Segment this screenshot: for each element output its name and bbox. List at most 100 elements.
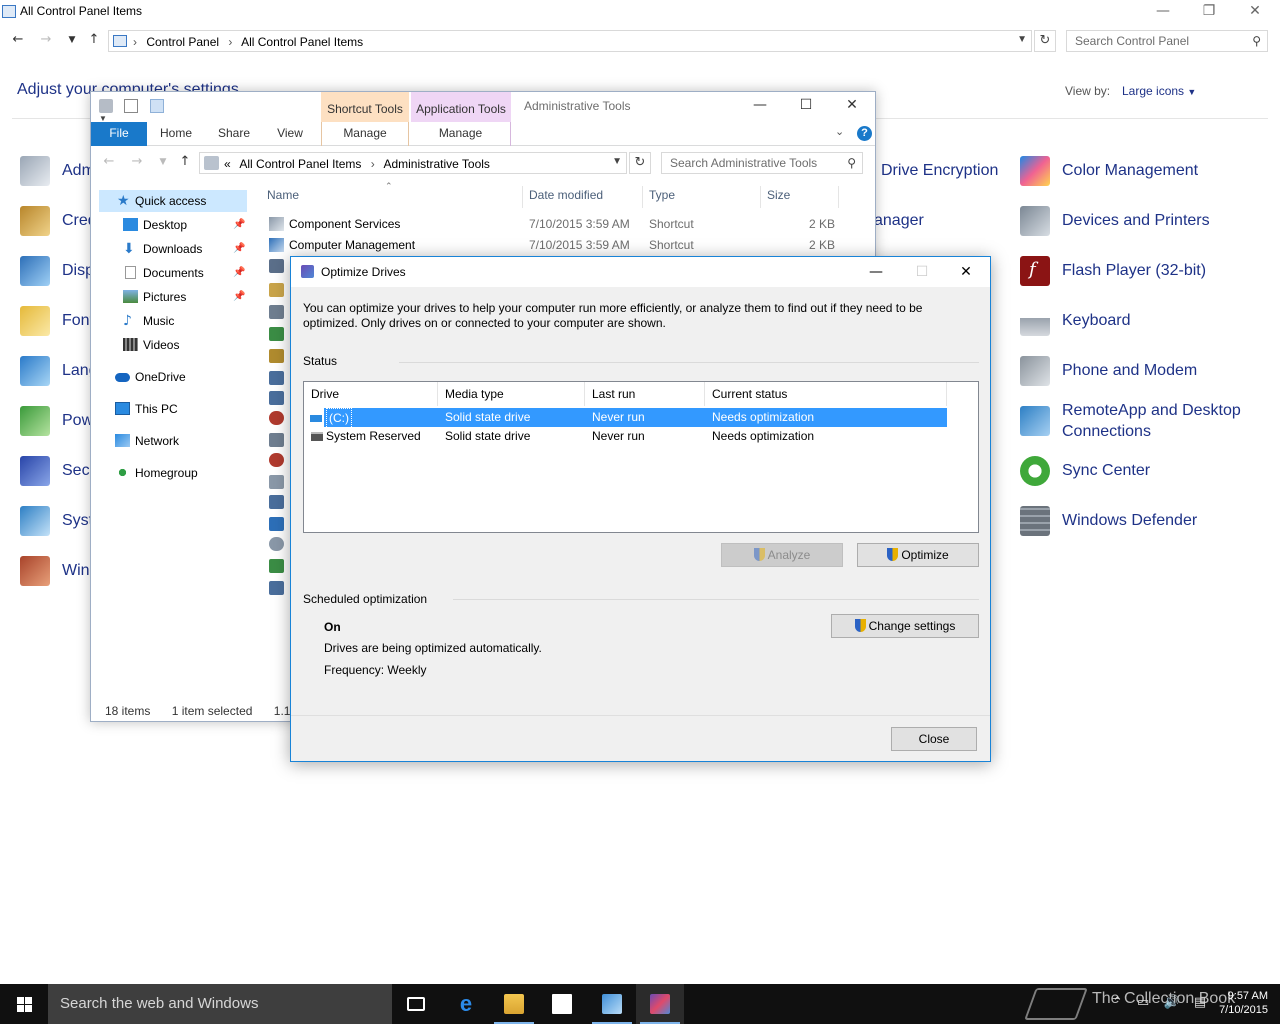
change-settings-button[interactable]: Change settings — [831, 614, 979, 638]
file-icon — [269, 327, 284, 341]
column-header-drive[interactable]: Drive — [304, 382, 438, 406]
forward-icon[interactable]: → — [127, 152, 147, 172]
maximize-icon[interactable]: ☐ — [783, 94, 829, 118]
clock-time: 9:57 AM — [1227, 990, 1268, 1002]
file-explorer-button[interactable] — [490, 984, 538, 1024]
checkmark-icon[interactable] — [124, 98, 139, 113]
pin-icon[interactable]: 📌 — [233, 238, 245, 260]
analyze-button[interactable]: Analyze — [721, 543, 843, 567]
edge-button[interactable]: e — [442, 984, 490, 1024]
help-icon[interactable]: ? — [857, 126, 872, 141]
new-folder-icon[interactable] — [149, 98, 164, 113]
pin-icon[interactable]: 📌 — [233, 214, 245, 236]
tree-item-downloads[interactable]: ⬇ Downloads 📌 — [123, 238, 247, 260]
breadcrumb-overflow[interactable]: « — [224, 157, 231, 171]
tree-item-desktop[interactable]: Desktop 📌 — [123, 214, 247, 236]
close-icon[interactable]: ✕ — [943, 259, 989, 285]
back-icon[interactable]: ← — [8, 30, 28, 50]
refresh-icon[interactable]: ↻ — [629, 152, 651, 174]
view-by-dropdown[interactable]: Large icons ▼ — [1122, 84, 1196, 98]
column-header-date[interactable]: Date modified — [523, 186, 643, 208]
minimize-icon[interactable]: — — [737, 94, 783, 118]
minimize-icon[interactable]: — — [853, 259, 899, 285]
properties-icon[interactable] — [99, 98, 113, 113]
address-bar[interactable]: › Control Panel › All Control Panel Item… — [108, 30, 1032, 52]
tree-item-quick-access[interactable]: ★ Quick access — [99, 190, 247, 212]
pin-icon[interactable]: 📌 — [233, 262, 245, 284]
breadcrumb-all-items[interactable]: All Control Panel Items — [239, 157, 361, 171]
recent-locations-icon[interactable]: ▼ — [62, 30, 82, 50]
show-hidden-icons-icon[interactable]: ⌃ — [1112, 995, 1123, 1010]
tree-item-onedrive[interactable]: OneDrive — [115, 366, 247, 388]
tab-view[interactable]: View — [267, 122, 313, 146]
file-icon — [269, 537, 284, 551]
book-watermark-icon — [1024, 988, 1088, 1020]
tree-item-videos[interactable]: Videos — [123, 334, 247, 356]
tab-shortcut-manage[interactable]: Manage — [321, 122, 409, 146]
column-header-current-status[interactable]: Current status — [705, 382, 947, 406]
breadcrumb-separator: › — [370, 157, 375, 171]
optimize-button[interactable]: Optimize — [857, 543, 979, 567]
shield-icon — [887, 548, 899, 561]
clock[interactable]: 9:57 AM 7/10/2015 — [1208, 989, 1268, 1017]
minimize-icon[interactable]: — — [1140, 0, 1186, 24]
tree-item-this-pc[interactable]: This PC — [115, 398, 247, 420]
chevron-down-icon[interactable]: ⌄ — [835, 125, 844, 138]
control-panel-titlebar: All Control Panel Items — ❐ ✕ — [0, 0, 1280, 24]
drive-row-c[interactable]: (C:) Solid state drive Never run Needs o… — [310, 408, 947, 429]
column-header-size[interactable]: Size — [761, 186, 839, 208]
breadcrumb-control-panel[interactable]: Control Panel — [146, 35, 219, 49]
recent-locations-icon[interactable]: ▼ — [153, 152, 173, 172]
search-input[interactable]: Search Control Panel ⚲ — [1066, 30, 1268, 52]
tree-item-pictures[interactable]: Pictures 📌 — [123, 286, 247, 308]
taskbar-search-input[interactable]: Search the web and Windows — [48, 984, 392, 1024]
tree-item-homegroup[interactable]: Homegroup — [115, 462, 247, 484]
refresh-icon[interactable]: ↻ — [1034, 30, 1056, 52]
search-input[interactable]: Search Administrative Tools ⚲ — [661, 152, 863, 174]
homegroup-icon — [115, 466, 130, 479]
network-icon[interactable]: ▭ — [1137, 995, 1149, 1010]
column-header-name[interactable]: Name ⌃ — [261, 181, 523, 208]
divider — [399, 362, 979, 363]
up-icon[interactable]: ↑ — [84, 30, 104, 50]
drive-row-system-reserved[interactable]: System Reserved Solid state drive Never … — [304, 427, 948, 446]
up-icon[interactable]: ↑ — [175, 152, 195, 172]
store-button[interactable] — [538, 984, 586, 1024]
pin-icon[interactable]: 📌 — [233, 286, 245, 308]
breadcrumb-all-items[interactable]: All Control Panel Items — [241, 35, 363, 49]
control-panel-taskbar-button[interactable] — [588, 984, 636, 1024]
column-header-last-run[interactable]: Last run — [585, 382, 705, 406]
music-icon: ♪ — [123, 313, 132, 329]
file-icon — [269, 453, 284, 467]
tree-item-documents[interactable]: Documents 📌 — [123, 262, 247, 284]
file-row[interactable]: Component Services 7/10/2015 3:59 AM Sho… — [261, 214, 861, 235]
address-bar[interactable]: « All Control Panel Items › Administrati… — [199, 152, 627, 174]
star-icon: ★ — [117, 193, 130, 209]
clock-date: 7/10/2015 — [1219, 1004, 1268, 1016]
tab-file[interactable]: File — [91, 122, 147, 146]
restore-icon[interactable]: ❐ — [1186, 0, 1232, 24]
optimize-drives-dialog: Optimize Drives — ☐ ✕ You can optimize y… — [290, 256, 991, 762]
tree-item-music[interactable]: ♪ Music — [123, 310, 247, 332]
tab-home[interactable]: Home — [153, 122, 199, 146]
tab-application-manage[interactable]: Manage — [411, 122, 511, 146]
chevron-down-icon[interactable]: ▼ — [1017, 34, 1027, 45]
breadcrumb-admin-tools[interactable]: Administrative Tools — [383, 157, 490, 171]
column-header-type[interactable]: Type — [643, 186, 761, 208]
back-icon[interactable]: ← — [99, 152, 119, 172]
volume-icon[interactable]: 🔊 — [1163, 995, 1179, 1010]
file-row[interactable]: Computer Management 7/10/2015 3:59 AM Sh… — [261, 235, 861, 256]
chevron-down-icon[interactable]: ▼ — [612, 156, 622, 167]
start-button[interactable] — [0, 984, 48, 1024]
close-icon[interactable]: ✕ — [829, 94, 875, 118]
action-center-icon[interactable]: ▤ — [1194, 995, 1206, 1010]
column-header-media-type[interactable]: Media type — [438, 382, 585, 406]
tab-share[interactable]: Share — [211, 122, 257, 146]
close-button[interactable]: Close — [891, 727, 977, 751]
task-view-button[interactable] — [392, 984, 440, 1024]
remoteapp-icon — [1020, 406, 1050, 436]
tree-item-network[interactable]: Network — [115, 430, 247, 452]
close-icon[interactable]: ✕ — [1232, 0, 1278, 24]
forward-icon[interactable]: → — [36, 30, 56, 50]
optimize-drives-taskbar-button[interactable] — [636, 984, 684, 1024]
